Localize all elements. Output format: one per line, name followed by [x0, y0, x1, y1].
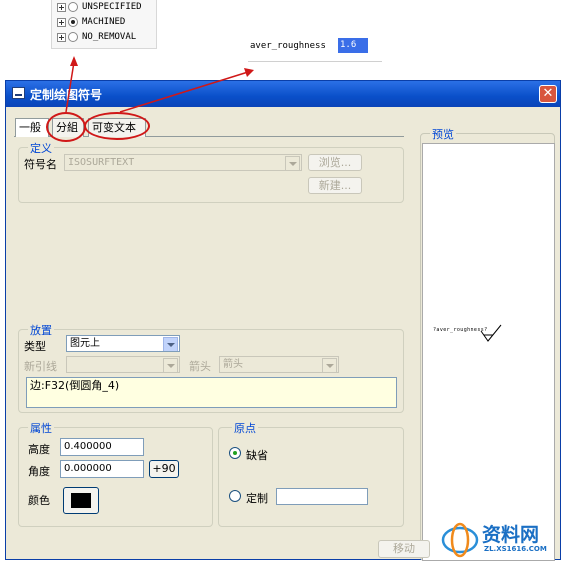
expand-icon[interactable] [57, 32, 66, 42]
new-leader-label: 新引线 [24, 360, 57, 373]
move-button[interactable]: 移动 [378, 540, 430, 558]
color-button[interactable] [63, 487, 99, 514]
tree-item-label: NO_REMOVAL [82, 32, 137, 42]
close-button[interactable]: ✕ [539, 85, 557, 103]
watermark-name: 资料网 [482, 524, 540, 546]
title-bar[interactable]: 定制绘图符号 ✕ [6, 81, 560, 107]
type-value: 图元上 [70, 338, 100, 349]
chevron-down-icon[interactable] [163, 358, 178, 372]
variable-callout: aver_roughness 1.6 [248, 34, 382, 62]
angle-label: 角度 [28, 465, 50, 478]
type-label: 类型 [24, 340, 46, 353]
reference-text: 边:F32(倒圆角_4) [30, 379, 120, 392]
origin-group [218, 427, 404, 527]
rotate-90-button[interactable]: +90 [149, 460, 179, 478]
chevron-down-icon[interactable] [322, 358, 337, 372]
window-icon [12, 87, 25, 99]
new-button[interactable]: 新建... [308, 177, 362, 194]
new-leader-dropdown[interactable] [66, 356, 180, 373]
definition-title: 定义 [28, 140, 54, 156]
watermark-url: ZL.XS1616.COM [484, 545, 547, 553]
browse-button[interactable]: 浏览... [308, 154, 362, 171]
tree-item-machined[interactable]: MACHINED [57, 15, 125, 29]
attributes-title: 属性 [28, 420, 54, 436]
origin-title: 原点 [232, 420, 258, 436]
custom-symbol-dialog: 定制绘图符号 ✕ 一般 分組 可变文本 定义 符号名 ISOSURFTEXT 浏… [5, 80, 561, 561]
radio-icon[interactable] [68, 2, 78, 12]
chevron-down-icon[interactable] [285, 156, 300, 170]
symbol-name-value: ISOSURFTEXT [68, 157, 135, 168]
watermark-logo: 资料网 ZL.XS1616.COM [440, 518, 565, 558]
angle-value: 0.000000 [64, 463, 112, 474]
window-title: 定制绘图符号 [30, 88, 103, 102]
color-swatch [71, 493, 91, 508]
height-label: 高度 [28, 443, 50, 456]
tree-item-label: UNSPECIFIED [82, 2, 142, 12]
preview-title: 预览 [430, 126, 456, 142]
reference-text-box[interactable]: 边:F32(倒圆角_4) [26, 377, 397, 408]
radio-icon[interactable] [68, 32, 78, 42]
origin-default-radio[interactable] [229, 447, 241, 459]
roughness-symbol-icon [480, 324, 502, 342]
symbol-name-dropdown[interactable]: ISOSURFTEXT [64, 154, 302, 171]
watermark-globe-icon [441, 522, 479, 558]
tree-item-unspecified[interactable]: UNSPECIFIED [57, 0, 142, 14]
preview-canvas: ?aver_roughness? [422, 143, 555, 561]
origin-default-label: 缺省 [246, 449, 268, 462]
arrow-dropdown[interactable]: 箭头 [219, 356, 339, 373]
height-value: 0.400000 [64, 441, 112, 452]
origin-custom-radio[interactable] [229, 490, 241, 502]
tree-callout: UNSPECIFIED MACHINED NO_REMOVAL [51, 0, 157, 49]
angle-input[interactable]: 0.000000 [60, 460, 144, 478]
callout-ellipse-group-tab [46, 112, 86, 142]
tree-item-no-removal[interactable]: NO_REMOVAL [57, 30, 136, 44]
variable-value-input[interactable]: 1.6 [338, 38, 368, 53]
callout-ellipse-variable-tab [84, 112, 150, 140]
variable-name: aver_roughness [250, 41, 326, 51]
tree-item-label: MACHINED [82, 17, 126, 27]
type-dropdown[interactable]: 图元上 [66, 335, 180, 352]
height-input[interactable]: 0.400000 [60, 438, 144, 456]
placement-title: 放置 [28, 322, 54, 338]
radio-icon[interactable] [68, 17, 78, 27]
origin-custom-label: 定制 [246, 492, 268, 505]
color-label: 颜色 [28, 494, 50, 507]
expand-icon[interactable] [57, 2, 66, 12]
arrow-value: 箭头 [223, 359, 243, 370]
chevron-down-icon[interactable] [163, 337, 178, 351]
tab-general[interactable]: 一般 [15, 118, 49, 137]
arrow-label: 箭头 [189, 360, 211, 373]
origin-custom-input[interactable] [276, 488, 368, 505]
symbol-name-label: 符号名 [24, 158, 57, 171]
expand-icon[interactable] [57, 17, 66, 27]
